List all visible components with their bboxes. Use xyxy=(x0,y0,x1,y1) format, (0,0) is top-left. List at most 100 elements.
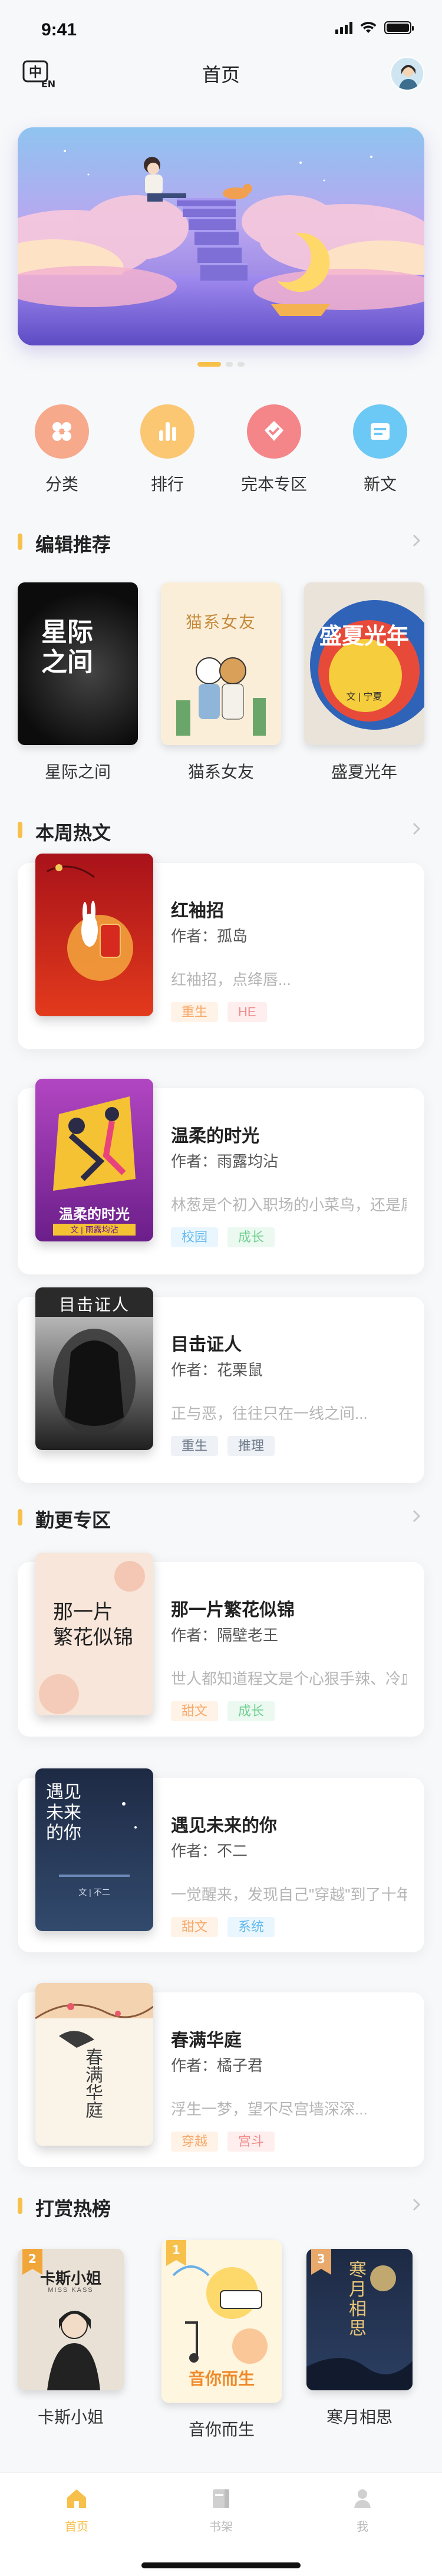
status-icons xyxy=(335,21,414,34)
cover-subtitle: 文 | 宁夏 xyxy=(346,692,382,702)
chevron-right-icon[interactable] xyxy=(408,532,424,549)
cover-title: 寒 月 相 思 xyxy=(349,2260,367,2339)
rank-badge-icon: 3 xyxy=(311,2249,331,2275)
cover-title: 盛夏光年 xyxy=(319,624,409,649)
quick-nav-category[interactable]: 分类 xyxy=(27,404,97,495)
book-card[interactable]: 春满华庭 春满华庭 作者：橘子君 浮生一梦，望不尽宫墙深深... 穿越 宫斗 xyxy=(18,1983,424,2167)
category-icon xyxy=(35,404,89,459)
section-title: 编辑推荐 xyxy=(35,534,111,555)
new-icon xyxy=(353,404,407,459)
home-icon xyxy=(67,2489,86,2508)
banner-dot[interactable] xyxy=(226,362,233,367)
tag[interactable]: 甜文 xyxy=(171,1701,219,1721)
tag[interactable]: HE xyxy=(227,1002,267,1022)
cover-title: 目击证人 xyxy=(59,1296,130,1314)
book-card[interactable]: 红袖招 作者：孤岛 红袖招，点绛唇... 重生 HE xyxy=(18,854,424,1049)
book-description: 世人都知道程文是个心狠手辣、冷血... xyxy=(171,1670,407,1688)
tag[interactable]: 校园 xyxy=(171,1227,219,1247)
banner-dot-active[interactable] xyxy=(197,362,221,367)
book-cover: 猫系女友 xyxy=(161,582,281,745)
book-card[interactable]: 遇见 未来 的你 文 | 不二 遇见未来的你 作者：不二 一觉醒来，发现自己"穿… xyxy=(18,1768,424,1952)
quick-nav-ranking[interactable]: 排行 xyxy=(132,404,203,495)
tag[interactable]: 推理 xyxy=(227,1436,275,1456)
book-cover: 音你而生 1 xyxy=(161,2240,282,2403)
section-weekly-hot: 本周热文 xyxy=(18,815,424,844)
section-title: 打赏热榜 xyxy=(35,2198,111,2219)
section-accent-bar xyxy=(18,533,22,550)
chevron-right-icon[interactable] xyxy=(408,1508,424,1524)
tab-home[interactable]: 首页 xyxy=(41,2486,112,2534)
chevron-right-icon[interactable] xyxy=(408,821,424,837)
quick-nav-new[interactable]: 新文 xyxy=(345,404,415,495)
hero-banner[interactable] xyxy=(18,127,424,345)
book-card[interactable]: 那一片 繁花似锦 那一片繁花似锦 作者：隔壁老王 世人都知道程文是个心狠手辣、冷… xyxy=(18,1553,424,1737)
finished-icon xyxy=(247,404,301,459)
book-tags: 甜文 系统 xyxy=(171,1917,275,1937)
section-accent-bar xyxy=(18,1509,22,1526)
tab-label: 首页 xyxy=(65,2521,88,2534)
book-title: 盛夏光年 xyxy=(331,763,397,781)
tag[interactable]: 重生 xyxy=(171,1436,219,1456)
book-cover: 春满华庭 xyxy=(35,1983,153,2146)
tag[interactable]: 穿越 xyxy=(171,2132,219,2152)
editor-pick-book[interactable]: 星际 之间 星际之间 xyxy=(18,582,138,783)
tag[interactable]: 重生 xyxy=(171,1002,219,1022)
book-cover: 遇见 未来 的你 文 | 不二 xyxy=(35,1768,153,1931)
book-description: 正与恶，往往只在一线之间... xyxy=(171,1405,368,1422)
editor-pick-book[interactable]: 猫系女友 猫系女友 xyxy=(161,582,281,783)
banner-pagination xyxy=(0,362,442,367)
section-title: 勤更专区 xyxy=(35,1510,111,1531)
book-author: 作者：橘子君 xyxy=(171,2057,263,2074)
tab-profile[interactable]: 我 xyxy=(327,2486,398,2534)
book-author: 作者：隔壁老王 xyxy=(171,1626,279,1644)
section-accent-bar xyxy=(18,822,22,838)
book-description: 浮生一梦，望不尽宫墙深深... xyxy=(171,2100,368,2118)
wifi-icon xyxy=(360,22,377,33)
rank-number: 2 xyxy=(28,2252,37,2266)
tag[interactable]: 宫斗 xyxy=(227,2132,275,2152)
book-tags: 校园 成长 xyxy=(171,1227,275,1247)
book-author: 作者：雨露均沾 xyxy=(171,1152,279,1170)
editor-pick-book[interactable]: 盛夏光年 文 | 宁夏 盛夏光年 xyxy=(304,582,424,783)
cover-title: 那一片 繁花似锦 xyxy=(53,1600,133,1649)
tag[interactable]: 成长 xyxy=(227,1701,275,1721)
book-title: 音你而生 xyxy=(188,2420,255,2439)
reward-rank-book[interactable]: 寒 月 相 思 3 寒月相思 xyxy=(306,2249,413,2428)
book-cover: 温柔的时光 文 | 雨露均沾 xyxy=(35,1079,153,1241)
book-author: 作者：孤岛 xyxy=(171,927,248,945)
page-title: 首页 xyxy=(202,64,240,85)
book-tags: 穿越 宫斗 xyxy=(171,2132,275,2152)
chevron-right-icon[interactable] xyxy=(408,2196,424,2213)
book-tags: 重生 HE xyxy=(171,1002,267,1022)
tab-label: 我 xyxy=(357,2521,368,2534)
bookshelf-icon xyxy=(213,2489,229,2508)
status-time: 9:41 xyxy=(41,20,77,39)
status-bar: 9:41 xyxy=(0,0,442,52)
banner-dot[interactable] xyxy=(238,362,245,367)
book-title: 目击证人 xyxy=(171,1335,242,1355)
tab-label: 书架 xyxy=(209,2521,233,2534)
reward-rank-book[interactable]: 卡斯小姐 MISS KASS 2 卡斯小姐 xyxy=(18,2249,124,2428)
book-description: 林葱是个初入职场的小菜鸟，还是属... xyxy=(171,1196,407,1214)
reward-rank-book[interactable]: 音你而生 1 音你而生 xyxy=(161,2240,282,2440)
cover-title: 温柔的时光 xyxy=(59,1207,130,1223)
quick-nav-label: 完本专区 xyxy=(240,475,307,493)
section-title: 本周热文 xyxy=(35,822,111,844)
book-title: 卡斯小姐 xyxy=(37,2408,104,2426)
tab-bookshelf[interactable]: 书架 xyxy=(186,2486,256,2534)
book-tags: 甜文 成长 xyxy=(171,1701,275,1721)
book-author: 作者：不二 xyxy=(171,1842,248,1860)
quick-nav-finished[interactable]: 完本专区 xyxy=(239,404,309,495)
book-card[interactable]: 温柔的时光 文 | 雨露均沾 温柔的时光 作者：雨露均沾 林葱是个初入职场的小菜… xyxy=(18,1079,424,1274)
tag[interactable]: 系统 xyxy=(227,1917,275,1937)
book-card[interactable]: 目击证人 目击证人 作者：花栗鼠 正与恶，往往只在一线之间... 重生 推理 xyxy=(18,1287,424,1483)
tag[interactable]: 成长 xyxy=(227,1227,275,1247)
home-indicator[interactable] xyxy=(141,2562,301,2568)
section-diligent: 勤更专区 xyxy=(18,1502,424,1531)
app-header: 中 EN 首页 xyxy=(0,52,442,99)
tag[interactable]: 甜文 xyxy=(171,1917,219,1937)
battery-icon xyxy=(384,21,414,34)
quick-nav-label: 排行 xyxy=(150,475,184,493)
avatar[interactable] xyxy=(390,57,424,91)
book-title: 春满华庭 xyxy=(171,2031,242,2050)
